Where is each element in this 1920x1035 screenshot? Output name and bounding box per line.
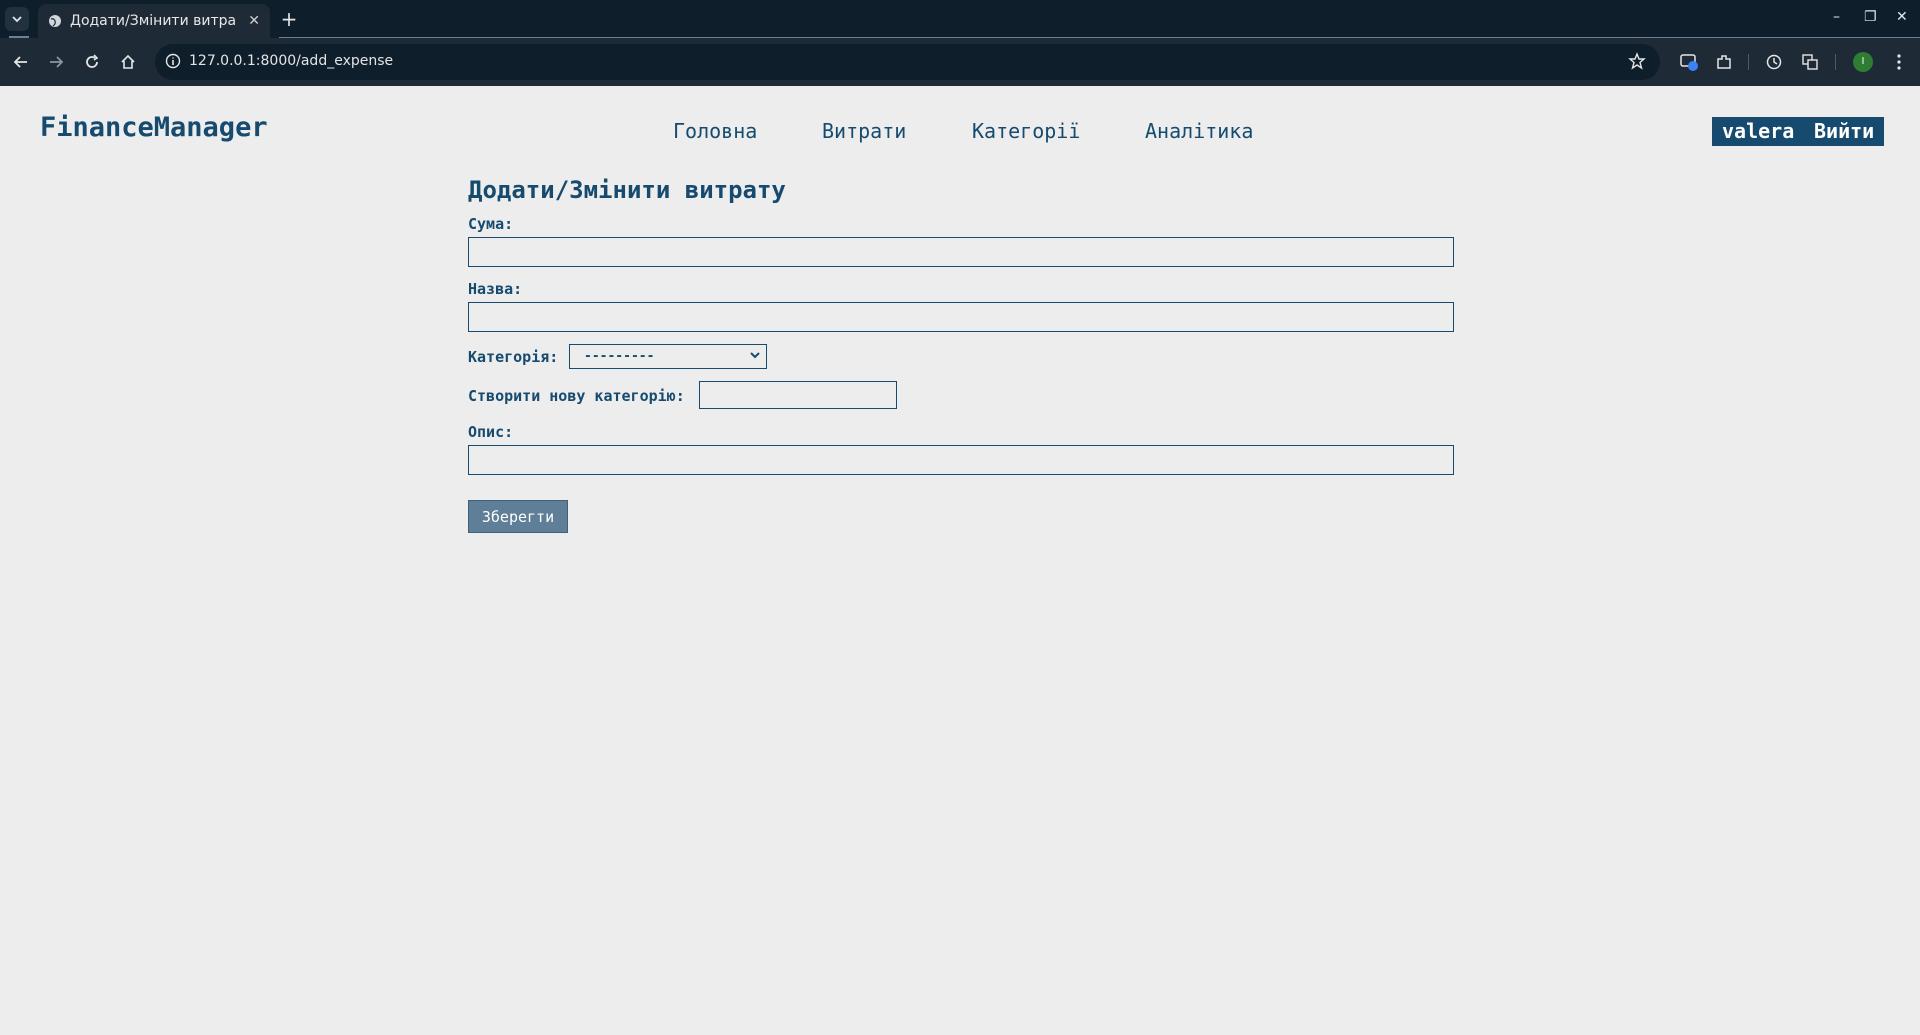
nav-home[interactable]: Головна <box>673 119 757 143</box>
site-info-icon[interactable] <box>165 53 183 71</box>
save-button[interactable]: Зберегти <box>468 500 568 533</box>
reload-icon[interactable] <box>81 51 103 73</box>
history-icon[interactable] <box>1763 51 1785 73</box>
description-input[interactable] <box>468 445 1454 475</box>
menu-kebab-icon[interactable] <box>1888 51 1910 73</box>
browser-tab-bar: Додати/Змінити витрат ✕ + – ❐ ✕ <box>0 0 1920 38</box>
category-select[interactable]: --------- <box>569 344 767 369</box>
nav-expenses[interactable]: Витрати <box>822 119 906 143</box>
restore-icon[interactable]: ❐ <box>1864 9 1877 25</box>
url-text: 127.0.0.1:8000/add_expense <box>189 53 394 69</box>
browser-toolbar: 127.0.0.1:8000/add_expense I <box>0 38 1920 86</box>
address-bar[interactable]: 127.0.0.1:8000/add_expense <box>155 44 1660 80</box>
brand-logo[interactable]: FinanceManager <box>40 112 268 143</box>
category-selected-value: --------- <box>584 349 655 364</box>
window-close-icon[interactable]: ✕ <box>1896 9 1908 25</box>
toolbar-separator <box>1835 54 1836 70</box>
page-title: Додати/Змінити витрату <box>468 176 786 204</box>
globe-icon <box>48 14 62 28</box>
profile-avatar[interactable]: I <box>1853 52 1873 72</box>
username-button[interactable]: valera <box>1712 117 1805 146</box>
amount-label: Сума: <box>468 215 514 233</box>
translate-icon[interactable] <box>1799 51 1821 73</box>
toolbar-separator <box>1748 54 1749 70</box>
chevron-down-icon <box>750 352 760 359</box>
cast-icon[interactable] <box>1678 51 1700 73</box>
tab-title: Додати/Змінити витрат <box>70 13 235 29</box>
back-icon[interactable] <box>10 51 32 73</box>
home-icon[interactable] <box>117 51 139 73</box>
category-label: Категорія: <box>468 348 559 366</box>
new-tab-button[interactable]: + <box>278 8 300 30</box>
new-category-input[interactable] <box>699 381 897 409</box>
bookmark-star-icon[interactable] <box>1628 52 1646 70</box>
browser-tab-active[interactable]: Додати/Змінити витрат ✕ <box>38 4 270 38</box>
tab-list-button[interactable] <box>5 7 29 31</box>
nav-categories[interactable]: Категорії <box>972 119 1080 143</box>
extensions-icon[interactable] <box>1713 51 1735 73</box>
tab-close-icon[interactable]: ✕ <box>248 13 260 29</box>
new-category-label: Створити нову категорію: <box>468 387 685 405</box>
chevron-down-icon <box>12 16 22 23</box>
forward-icon[interactable] <box>45 51 67 73</box>
amount-input[interactable] <box>468 237 1454 267</box>
minimize-icon[interactable]: – <box>1833 9 1840 25</box>
description-label: Опис: <box>468 423 514 441</box>
nav-analytics[interactable]: Аналітика <box>1145 119 1253 143</box>
name-label: Назва: <box>468 280 523 298</box>
name-input[interactable] <box>468 302 1454 332</box>
logout-button[interactable]: Вийти <box>1804 117 1885 146</box>
